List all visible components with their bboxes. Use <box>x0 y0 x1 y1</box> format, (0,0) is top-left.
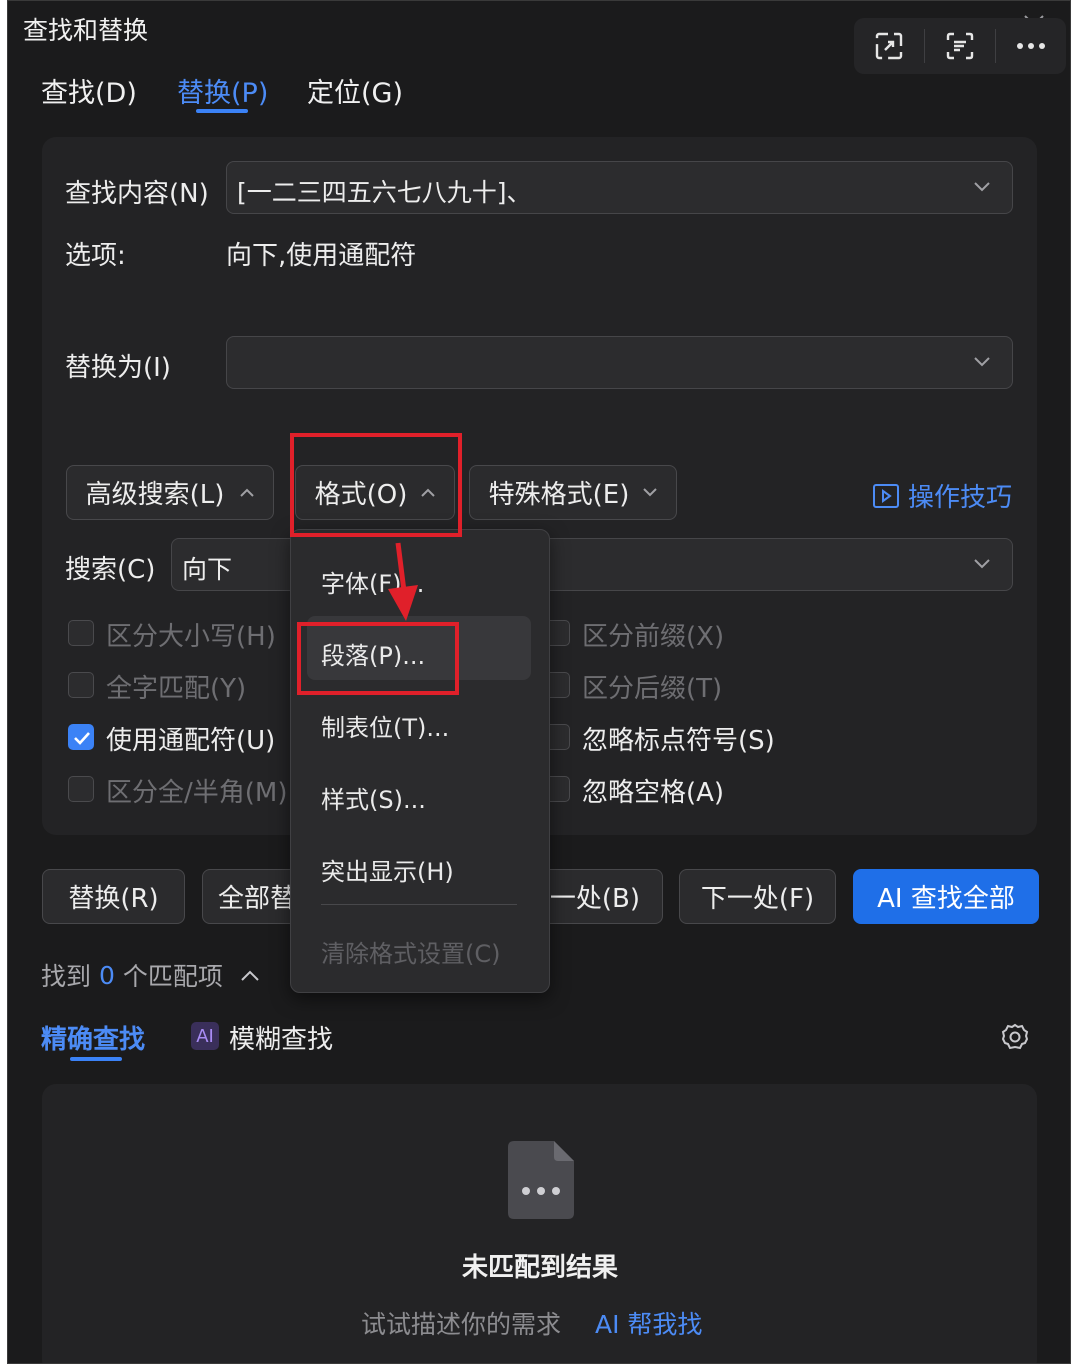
menu-item-highlight-text[interactable]: 突出显示(H) <box>321 852 454 887</box>
menu-item-clear-format: 清除格式设置(C) <box>321 940 501 968</box>
window-toolbar <box>854 18 1066 74</box>
ai-badge: AI <box>191 1022 219 1050</box>
match-prefix-label: 区分前缀(X) <box>582 622 725 652</box>
menu-divider <box>321 904 517 905</box>
full-half-width-label: 区分全/半角(M) <box>106 778 288 808</box>
found-prefix: 找到 <box>41 962 92 991</box>
window-title: 查找和替换 <box>23 16 149 45</box>
advanced-search-label: 高级搜索(L) <box>85 480 225 510</box>
options-value: 向下,使用通配符 <box>226 241 417 271</box>
tab-goto[interactable]: 定位(G) <box>307 71 403 110</box>
empty-hint: 试试描述你的需求 <box>361 1310 562 1339</box>
ignore-punctuation-label: 忽略标点符号(S) <box>582 726 775 756</box>
tab-find[interactable]: 查找(D) <box>41 71 137 110</box>
replace-label: 替换为(I) <box>65 353 171 383</box>
annotation-box-paragraph <box>297 622 459 695</box>
use-wildcards-checkbox[interactable] <box>68 724 94 750</box>
annotation-box-format <box>290 433 462 537</box>
tab-exact-find[interactable]: 精确查找 <box>41 1019 145 1056</box>
replace-input[interactable] <box>226 336 1013 389</box>
found-count: 0 <box>99 960 115 990</box>
ai-find-all-button[interactable]: AI 查找全部 <box>853 869 1039 924</box>
active-tab-indicator <box>196 109 248 113</box>
match-count[interactable]: 找到 0 个匹配项 <box>41 957 259 993</box>
chevron-up-icon <box>240 488 255 497</box>
full-half-width-checkbox[interactable] <box>68 776 94 802</box>
special-format-label: 特殊格式(E) <box>488 480 630 510</box>
find-value: [一二三四五六七八九十]、 <box>237 178 532 207</box>
check-icon <box>74 732 90 745</box>
tab-fuzzy-find[interactable]: 模糊查找 <box>229 1019 333 1056</box>
chevron-down-icon[interactable] <box>974 357 990 367</box>
tab-replace[interactable]: 替换(P) <box>177 71 268 110</box>
play-icon <box>873 483 899 508</box>
annotation-arrow-icon <box>388 542 418 621</box>
search-label: 搜索(C) <box>65 555 156 585</box>
match-suffix-label: 区分后缀(T) <box>582 674 723 704</box>
whole-word-label: 全字匹配(Y) <box>106 674 247 704</box>
find-replace-dialog: 查找和替换 查找(D) 替换(P) 定位(G) 查找内容(N) [一二三四五六七… <box>7 0 1071 1364</box>
chevron-up-icon <box>241 970 259 981</box>
menu-item-tabs[interactable]: 制表位(T)... <box>321 708 449 743</box>
options-label: 选项: <box>65 241 126 271</box>
find-next-button[interactable]: 下一处(F) <box>679 869 836 924</box>
chevron-down-icon[interactable] <box>974 182 990 192</box>
special-format-button[interactable]: 特殊格式(E) <box>469 465 677 520</box>
more-icon[interactable] <box>996 18 1066 74</box>
chevron-down-icon[interactable] <box>974 559 990 569</box>
expand-icon[interactable] <box>854 18 924 74</box>
found-suffix: 个匹配项 <box>122 962 223 991</box>
find-label: 查找内容(N) <box>65 179 209 209</box>
match-case-checkbox[interactable] <box>68 620 94 646</box>
whole-word-checkbox[interactable] <box>68 672 94 698</box>
advanced-search-button[interactable]: 高级搜索(L) <box>66 465 274 520</box>
use-wildcards-label: 使用通配符(U) <box>106 726 276 756</box>
tips-link[interactable]: 操作技巧 <box>872 477 1012 514</box>
ai-help-link[interactable]: AI 帮我找 <box>595 1305 702 1341</box>
tips-label: 操作技巧 <box>908 483 1013 513</box>
search-direction-value: 向下 <box>182 555 233 584</box>
menu-item-style[interactable]: 样式(S)... <box>321 780 426 815</box>
match-case-label: 区分大小写(H) <box>106 622 276 652</box>
results-tab-indicator <box>70 1057 122 1061</box>
replace-button[interactable]: 替换(R) <box>42 869 185 924</box>
empty-title: 未匹配到结果 <box>461 1253 618 1283</box>
scan-icon[interactable] <box>925 18 995 74</box>
settings-gear-icon[interactable] <box>1000 1022 1030 1052</box>
chevron-down-icon <box>643 488 658 497</box>
empty-file-icon <box>508 1141 574 1219</box>
ignore-space-label: 忽略空格(A) <box>582 778 725 808</box>
find-input[interactable]: [一二三四五六七八九十]、 <box>226 161 1013 214</box>
